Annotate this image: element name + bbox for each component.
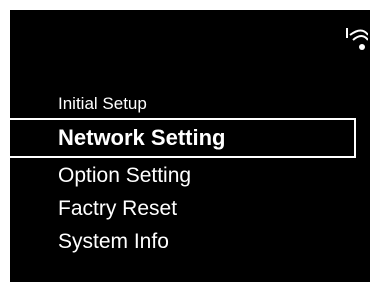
menu-item-network-setting[interactable]: Network Setting bbox=[10, 118, 356, 158]
wifi-signal-icon bbox=[346, 28, 368, 50]
menu-item-initial-setup[interactable]: Initial Setup bbox=[10, 90, 370, 118]
menu-item-label: Option Setting bbox=[58, 164, 192, 187]
settings-menu: Initial Setup Network Setting Option Set… bbox=[10, 90, 370, 258]
menu-item-label: Network Setting bbox=[58, 125, 226, 150]
menu-item-system-info[interactable]: System Info bbox=[10, 225, 370, 258]
menu-item-factry-reset[interactable]: Factry Reset bbox=[10, 192, 370, 225]
menu-item-label: Factry Reset bbox=[58, 197, 178, 220]
device-screen: Initial Setup Network Setting Option Set… bbox=[10, 10, 370, 282]
menu-item-option-setting[interactable]: Option Setting bbox=[10, 159, 370, 192]
menu-item-label: System Info bbox=[58, 230, 169, 253]
menu-item-label: Initial Setup bbox=[58, 94, 147, 113]
